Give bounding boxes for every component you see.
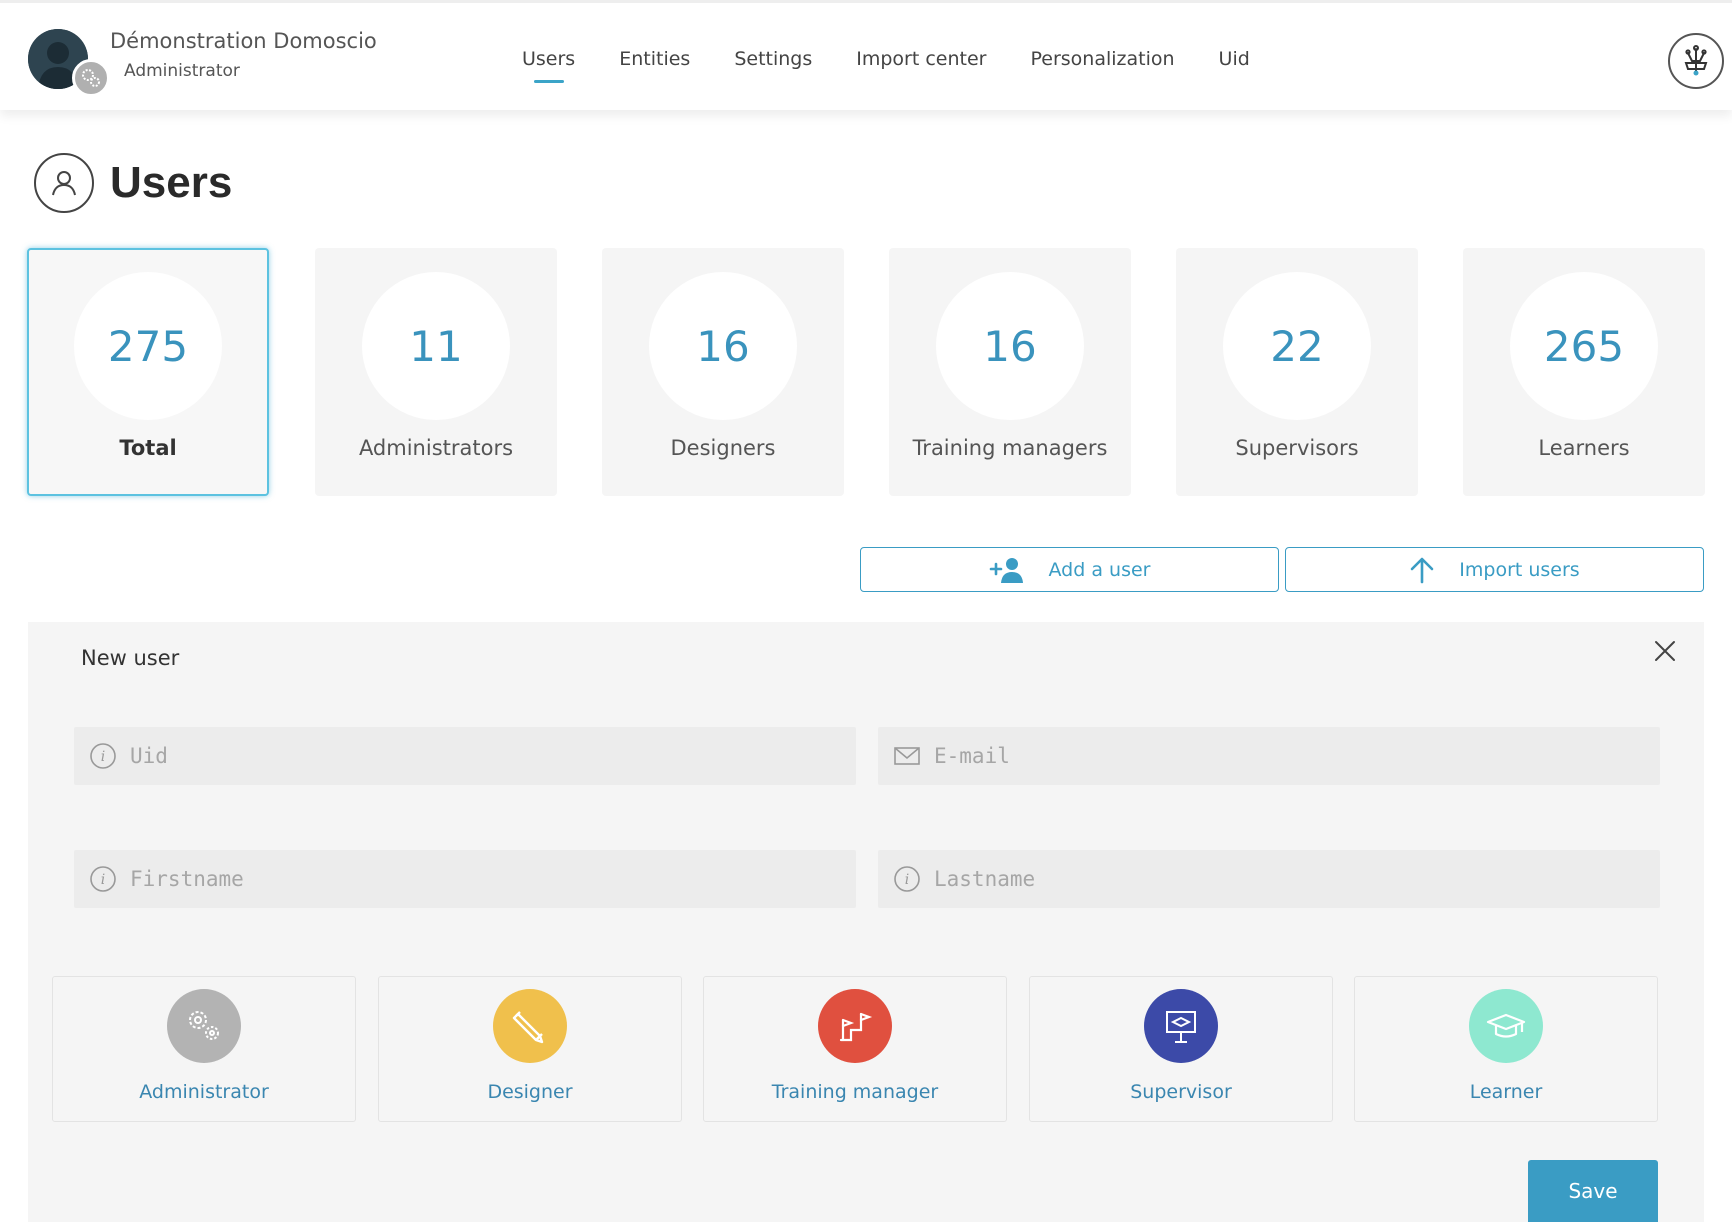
info-icon: i [88, 742, 118, 770]
stat-label: Designers [670, 436, 776, 460]
domoscio-logo-icon[interactable] [1668, 33, 1724, 89]
user-icon [34, 153, 94, 213]
stat-card-total[interactable]: 275 Total [27, 248, 269, 496]
firstname-input[interactable] [130, 867, 756, 891]
role-label: Designer [487, 1081, 573, 1103]
page-title: Users [110, 158, 233, 207]
profile-avatar[interactable] [28, 29, 112, 97]
nav-item-users[interactable]: Users [500, 3, 597, 113]
panel-title: New user [81, 646, 180, 670]
close-icon[interactable] [1650, 636, 1680, 666]
stat-card-training-managers[interactable]: 16 Training managers [889, 248, 1131, 496]
new-user-panel: New user i i [28, 622, 1704, 1222]
uid-field[interactable]: i [74, 727, 856, 785]
stat-card-administrators[interactable]: 11 Administrators [315, 248, 557, 496]
stat-value: 22 [1223, 272, 1371, 420]
user-role: Administrator [124, 61, 240, 81]
email-field[interactable] [878, 727, 1660, 785]
stat-card-designers[interactable]: 16 Designers [602, 248, 844, 496]
nav-item-settings[interactable]: Settings [712, 3, 834, 113]
nav-item-uid[interactable]: Uid [1197, 3, 1272, 113]
envelope-icon [892, 745, 922, 767]
nav-item-import-center[interactable]: Import center [834, 3, 1008, 113]
uid-input[interactable] [130, 744, 756, 768]
top-header: Démonstration Domoscio Administrator Use… [0, 0, 1732, 110]
pencil-icon [493, 989, 567, 1063]
stat-label: Supervisors [1235, 436, 1359, 460]
role-label: Supervisor [1130, 1081, 1232, 1103]
role-label: Administrator [139, 1081, 269, 1103]
stat-value: 265 [1510, 272, 1658, 420]
stat-label: Administrators [358, 436, 514, 460]
stat-label: Training managers [912, 436, 1108, 460]
stat-value: 16 [649, 272, 797, 420]
stat-value: 16 [936, 272, 1084, 420]
lastname-field[interactable]: i [878, 850, 1660, 908]
stat-label: Total [119, 436, 177, 460]
presentation-board-icon [1144, 989, 1218, 1063]
stat-label: Learners [1538, 436, 1630, 460]
import-users-label: Import users [1459, 558, 1580, 581]
save-button[interactable]: Save [1528, 1160, 1658, 1222]
flags-icon [818, 989, 892, 1063]
add-user-icon [989, 557, 1025, 583]
stat-card-supervisors[interactable]: 22 Supervisors [1176, 248, 1418, 496]
role-card-supervisor[interactable]: Supervisor [1029, 976, 1333, 1122]
role-label: Learner [1469, 1081, 1543, 1103]
role-card-learner[interactable]: Learner [1354, 976, 1658, 1122]
svg-text:i: i [905, 872, 909, 888]
nav-item-entities[interactable]: Entities [597, 3, 712, 113]
svg-text:i: i [101, 749, 105, 765]
info-icon: i [892, 865, 922, 893]
admin-gears-badge-icon [72, 59, 110, 97]
import-users-button[interactable]: Import users [1285, 547, 1704, 592]
role-card-administrator[interactable]: Administrator [52, 976, 356, 1122]
stat-value: 11 [362, 272, 510, 420]
role-card-designer[interactable]: Designer [378, 976, 682, 1122]
nav-item-personalization[interactable]: Personalization [1008, 3, 1196, 113]
add-user-button[interactable]: Add a user [860, 547, 1279, 592]
role-label: Training manager [771, 1081, 939, 1103]
graduation-cap-icon [1469, 989, 1543, 1063]
page-header: Users [34, 152, 232, 214]
stat-value: 275 [74, 272, 222, 420]
add-user-label: Add a user [1048, 558, 1151, 581]
user-name: Démonstration Domoscio [110, 29, 377, 53]
email-input[interactable] [934, 744, 1560, 768]
arrow-up-icon [1409, 556, 1435, 584]
stat-card-learners[interactable]: 265 Learners [1463, 248, 1705, 496]
lastname-input[interactable] [934, 867, 1560, 891]
firstname-field[interactable]: i [74, 850, 856, 908]
info-icon: i [88, 865, 118, 893]
main-nav: Users Entities Settings Import center Pe… [500, 3, 1272, 113]
gears-icon [167, 989, 241, 1063]
role-card-training-manager[interactable]: Training manager [703, 976, 1007, 1122]
svg-text:i: i [101, 872, 105, 888]
